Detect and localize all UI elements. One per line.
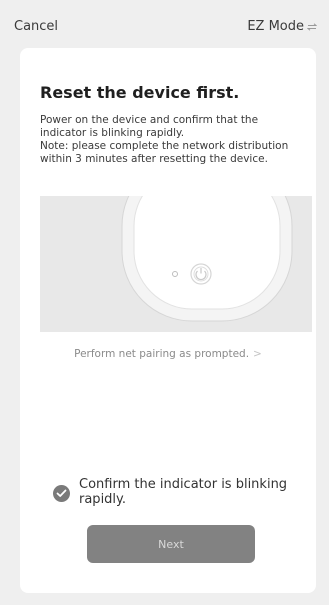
net-pairing-prompt-text: Perform net pairing as prompted. [74,348,250,360]
chevron-right-icon: > [253,348,262,360]
instruction-line: Power on the device and confirm that the… [40,114,259,139]
swap-icon [307,22,317,31]
confirm-indicator-checkbox[interactable]: Confirm the indicator is blinking rapidl… [53,477,303,507]
cancel-button[interactable]: Cancel [14,19,58,34]
confirm-indicator-label: Confirm the indicator is blinking rapidl… [79,477,288,507]
reset-device-card: Reset the device first. Power on the dev… [20,48,316,593]
next-button[interactable]: Next [87,525,255,563]
net-pairing-prompt-link[interactable]: Perform net pairing as prompted. > [20,348,316,360]
ez-mode-switch[interactable]: EZ Mode [247,19,317,34]
instructions-text: Power on the device and confirm that the… [40,114,302,166]
page-title: Reset the device first. [40,83,240,102]
ez-mode-label: EZ Mode [247,19,304,34]
check-circle-icon [53,485,70,502]
device-illustration [40,196,312,332]
top-bar: Cancel EZ Mode [0,0,329,44]
note-line: Note: please complete the network distri… [40,140,289,165]
device-power-button-illustration [40,196,312,332]
